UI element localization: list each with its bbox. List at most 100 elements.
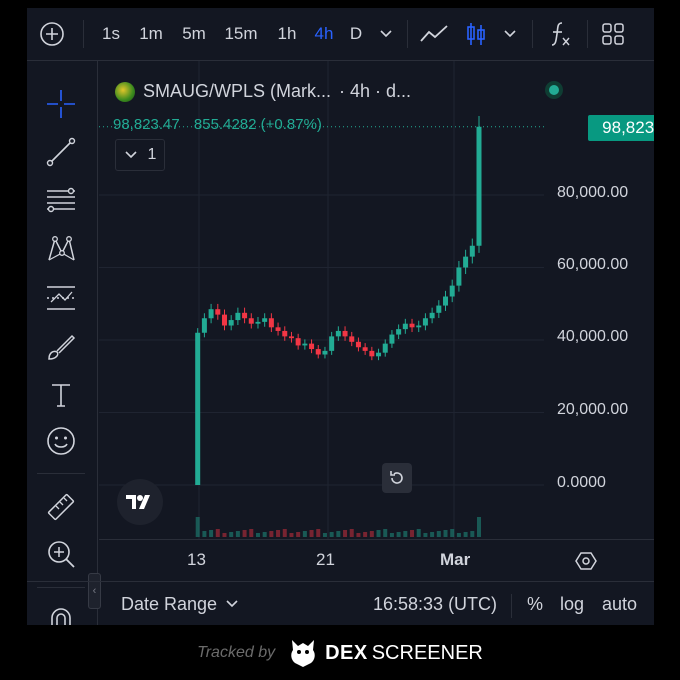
plus-circle-icon <box>40 22 64 46</box>
candle-body <box>215 309 221 315</box>
candle-body <box>268 318 274 328</box>
volume-bar <box>235 531 240 537</box>
volume-bar <box>269 531 274 537</box>
volume-bar <box>302 531 307 537</box>
interval-4h[interactable]: 4h <box>310 8 338 60</box>
candle-body <box>309 343 315 350</box>
volume-bar <box>276 530 281 537</box>
toolbar-divider <box>532 20 533 48</box>
symbol-legend[interactable]: SMAUG/WPLS (Mark... · 4h · d... <box>115 81 411 102</box>
zoom-tool[interactable] <box>43 536 79 572</box>
layout-button[interactable] <box>597 8 629 60</box>
line-chart-icon <box>420 25 448 42</box>
candle-body <box>302 343 308 346</box>
chart-pane[interactable]: SMAUG/WPLS (Mark... · 4h · d... 98,823.4… <box>99 61 654 539</box>
tradingview-logo[interactable] <box>117 479 163 525</box>
toolbar-divider <box>407 20 408 48</box>
volume-bar <box>249 529 254 537</box>
indicators-button[interactable] <box>545 8 577 60</box>
volume-bar <box>329 532 334 537</box>
volume-bar <box>450 529 455 537</box>
volume-bar <box>383 529 388 537</box>
zoom-in-icon <box>48 541 75 568</box>
measure-tool[interactable] <box>43 489 79 525</box>
pattern-icon <box>48 236 75 261</box>
add-symbol-button[interactable] <box>35 8 69 60</box>
brush-icon <box>48 334 76 360</box>
market-status-icon[interactable] <box>545 81 563 99</box>
indicator-count: 1 <box>147 146 157 163</box>
interval-1m[interactable]: 1m <box>135 8 167 60</box>
volume-bar <box>349 529 354 537</box>
candle-body <box>443 296 449 306</box>
toolbar-divider <box>511 594 512 618</box>
candle-body <box>335 330 341 337</box>
volume-bar <box>202 531 207 537</box>
interval-1h[interactable]: 1h <box>273 8 301 60</box>
fib-tool[interactable] <box>43 183 79 219</box>
volume-bar <box>282 529 287 537</box>
candle-body <box>322 350 328 355</box>
chart-type-candles-button[interactable] <box>461 8 491 60</box>
interval-1s[interactable]: 1s <box>97 8 125 60</box>
emoji-tool[interactable] <box>43 423 79 459</box>
candle-body <box>342 330 348 337</box>
brush-tool[interactable] <box>43 329 79 365</box>
footer: Tracked by DEX SCREENER <box>0 626 680 680</box>
reset-chart-button[interactable] <box>382 463 412 493</box>
candle-body <box>456 267 462 286</box>
ruler-icon <box>47 493 75 521</box>
legend-collapse-button[interactable]: 1 <box>115 139 165 171</box>
candlestick-icon <box>467 23 485 45</box>
token-logo-icon <box>115 81 135 102</box>
symbol-name: SMAUG/WPLS (Mark... <box>143 81 332 101</box>
symbol-meta: · 4h · d... <box>339 81 412 101</box>
time-axis-label: 13 <box>187 550 206 569</box>
interval-5m[interactable]: 5m <box>178 8 210 60</box>
interval-dropdown[interactable] <box>375 8 397 60</box>
tradingview-icon <box>126 495 150 509</box>
price-axis-label: 40,000.00 <box>557 328 629 345</box>
chart-type-dropdown[interactable] <box>499 8 521 60</box>
candle-body <box>349 336 355 342</box>
interval-15m[interactable]: 15m <box>221 8 261 60</box>
time-axis[interactable]: 13 21 Mar <box>99 539 654 582</box>
smiley-icon <box>47 427 75 455</box>
candle-body <box>429 312 435 319</box>
price-axis-label: 80,000.00 <box>557 184 629 201</box>
forecast-tool[interactable] <box>43 280 79 316</box>
chart-type-line-button[interactable] <box>417 8 451 60</box>
candle-body <box>436 305 442 313</box>
trendline-tool[interactable] <box>43 134 79 170</box>
candle-body <box>469 245 475 257</box>
volume-bar <box>309 530 314 537</box>
volume-bar <box>296 532 301 537</box>
log-scale-toggle[interactable]: log <box>560 582 584 625</box>
pattern-tool[interactable] <box>43 231 79 267</box>
volume-bar <box>389 533 394 537</box>
date-range-button[interactable]: Date Range <box>121 582 239 625</box>
volume-bar <box>343 530 348 537</box>
crosshair-tool[interactable] <box>43 86 79 122</box>
current-price-tag: 98,823.47 <box>588 115 654 141</box>
volume-bar <box>396 532 401 537</box>
percent-scale-toggle[interactable]: % <box>527 582 543 625</box>
candle-body <box>355 341 361 348</box>
chart-settings-button[interactable] <box>575 550 597 572</box>
volume-bar <box>423 533 428 537</box>
volume-bar <box>369 531 374 537</box>
tracked-by-label: Tracked by <box>197 644 276 661</box>
auto-scale-toggle[interactable]: auto <box>602 582 637 625</box>
toolbar-divider <box>37 473 85 474</box>
interval-D[interactable]: D <box>347 8 365 60</box>
candle-body <box>295 338 301 346</box>
chevron-down-icon <box>380 30 392 38</box>
ohlc-legend: 98,823.47 855.4282 (+0.87%) <box>113 116 332 133</box>
text-tool[interactable] <box>43 377 79 413</box>
volume-bar <box>430 532 435 537</box>
candle-body <box>476 126 482 246</box>
price-change-value: 855.4282 (+0.87%) <box>193 116 322 133</box>
volume-bar <box>403 531 408 537</box>
utc-clock[interactable]: 16:58:33 (UTC) <box>373 582 497 625</box>
candle-body <box>262 318 268 322</box>
